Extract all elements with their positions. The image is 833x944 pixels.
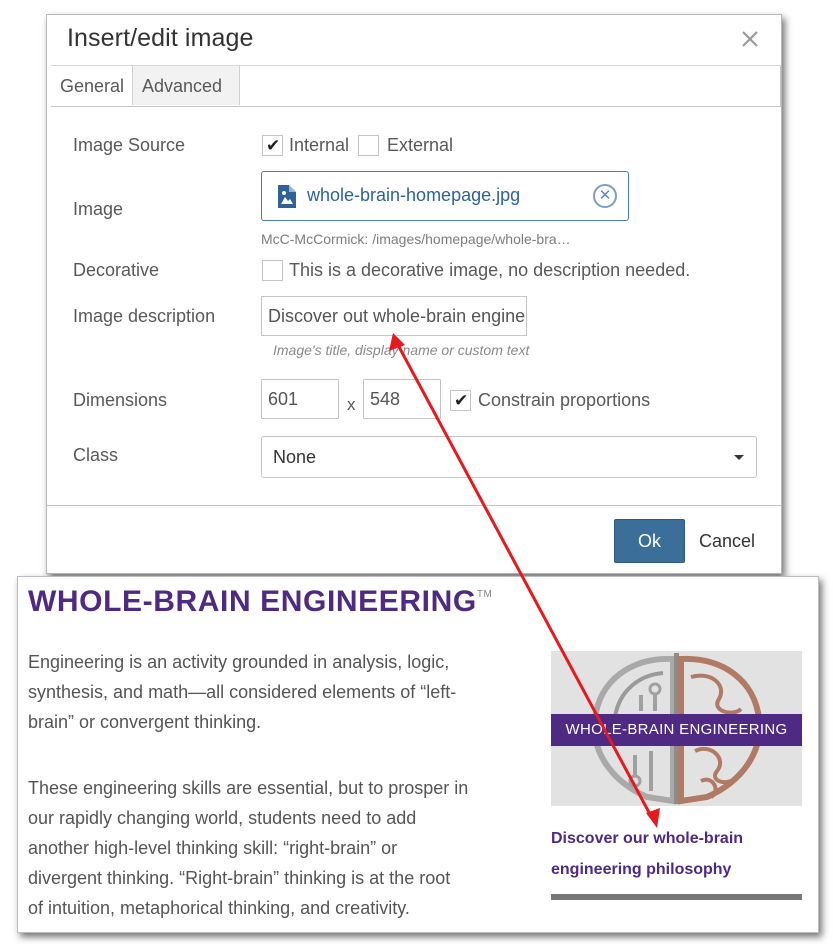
checkmark-icon: ✔ [266,136,281,155]
image-description-hint: Image's title, display name or custom te… [273,342,530,358]
trademark-mark: TM [476,589,493,600]
paragraph-line: of intuition, metaphorical thinking, and… [28,898,410,918]
decorative-checkbox[interactable] [262,260,283,281]
image-file-icon [276,184,297,214]
web-page-preview: WHOLE-BRAIN ENGINEERINGTM Engineering is… [17,576,819,933]
checkmark-icon: ✔ [454,391,469,410]
external-checkbox[interactable] [358,135,379,156]
decorative-label: Decorative [73,260,160,280]
decorative-checkbox-label: This is a decorative image, no descripti… [289,260,691,280]
page-heading: WHOLE-BRAIN ENGINEERINGTM [28,585,492,619]
image-source-label: Image Source [73,135,186,155]
internal-checkbox[interactable]: ✔ [262,135,283,156]
paragraph-line: our rapidly changing world, students nee… [28,808,417,828]
image-file-name[interactable]: whole-brain-homepage.jpg [307,185,520,206]
paragraph-line: Engineering is an activity grounded in a… [28,652,450,672]
caption-line: Discover our whole-brain [551,830,744,847]
dimensions-label: Dimensions [73,390,168,410]
whole-brain-image[interactable]: WHOLE-BRAIN ENGINEERING [551,651,802,806]
paragraph-line: brain” or convergent thinking. [28,712,262,732]
constrain-proportions-label: Constrain proportions [478,390,651,410]
paragraph-line: synthesis, and math—all considered eleme… [28,682,457,702]
class-select[interactable]: None [261,436,757,478]
paragraph-1: Engineering is an activity grounded in a… [28,647,523,737]
paragraph-line: another high-level thinking skill: “righ… [28,838,398,858]
image-path: McC-McCormick: /images/homepage/whole-br… [261,231,571,247]
dimensions-separator: x [347,395,356,414]
class-select-value: None [273,447,317,467]
internal-label: Internal [289,135,350,155]
image-banner-text: WHOLE-BRAIN ENGINEERING [551,714,802,746]
tab-bar: General Advanced [51,65,781,107]
clear-circle-icon[interactable]: ✕ [593,184,617,208]
cancel-button[interactable]: Cancel [699,519,755,563]
image-caption-link[interactable]: Discover our whole-brain engineering phi… [551,823,801,885]
chevron-down-icon [734,455,744,460]
tab-advanced[interactable]: Advanced [133,66,240,105]
tab-bar-spacer [240,66,781,106]
dialog-footer: Ok Cancel [47,505,781,573]
paragraph-line: These engineering skills are essential, … [28,778,469,798]
caption-divider [551,894,802,900]
close-icon[interactable] [737,26,763,52]
ok-button[interactable]: Ok [614,519,685,563]
external-label: External [387,135,454,155]
insert-edit-image-dialog: Insert/edit image General Advanced Image… [46,14,782,574]
image-file-field[interactable]: whole-brain-homepage.jpg ✕ [261,171,629,221]
paragraph-2: These engineering skills are essential, … [28,773,523,923]
constrain-proportions-checkbox[interactable]: ✔ [450,390,471,411]
image-description-input[interactable]: Discover out whole-brain engine [261,296,527,336]
height-input[interactable]: 548 [363,379,441,419]
caption-line: engineering philosophy [551,861,732,878]
paragraph-line: divergent thinking. “Right-brain” thinki… [28,868,451,888]
page-heading-text: WHOLE-BRAIN ENGINEERING [28,585,477,618]
image-description-label: Image description [73,306,216,326]
dialog-title: Insert/edit image [67,24,254,52]
width-input[interactable]: 601 [261,379,339,419]
tab-general[interactable]: General [51,66,133,105]
class-label: Class [73,445,119,465]
image-label: Image [73,199,124,219]
